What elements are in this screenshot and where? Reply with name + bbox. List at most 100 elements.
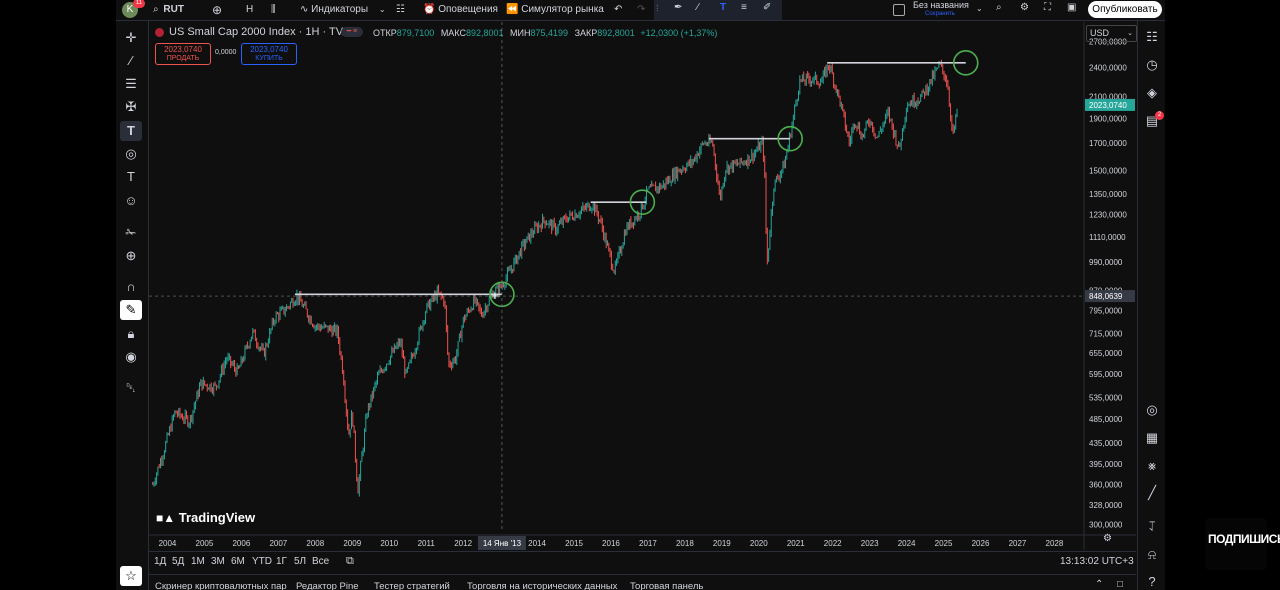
alerts-button[interactable]: ⏰ Оповещения	[423, 3, 498, 17]
horizontal-lines-tool-icon[interactable]: ☰	[120, 74, 142, 94]
range-button[interactable]: 3М	[211, 556, 225, 567]
y-tick-label: 1230,0000	[1089, 210, 1127, 219]
range-button[interactable]: Все	[312, 556, 329, 567]
range-button[interactable]: 1М	[191, 556, 205, 567]
annotation-text-icon[interactable]: T	[120, 167, 142, 187]
indicators-button[interactable]: ∿ Индикаторы ⌄	[300, 3, 386, 17]
symbol-search[interactable]: ⌕ RUT	[153, 3, 184, 17]
y-tick-label: 328,0000	[1089, 501, 1123, 510]
bottom-tab[interactable]: Скринер криптовалютных пар	[155, 581, 287, 590]
chevron-up-icon[interactable]: ⌃	[1095, 579, 1103, 590]
high-label: МАКС	[440, 28, 466, 38]
rewind-icon: ⏪	[506, 4, 519, 15]
fib-lines-icon[interactable]: ≡	[741, 2, 747, 13]
add-symbol-button[interactable]: ⊕	[212, 3, 222, 17]
subscribe-overlay[interactable]: ПОДПИШИСЬ	[1205, 518, 1280, 570]
x-tick-label: 2009	[343, 539, 361, 548]
compare-date-icon[interactable]: ⧉	[346, 555, 354, 568]
bottom-tab[interactable]: Тестер стратегий	[374, 581, 450, 590]
target-icon[interactable]: ◎	[1143, 401, 1161, 419]
currency-selector[interactable]: USD ⌄	[1086, 25, 1137, 42]
zoom-in-icon[interactable]: ⊕	[120, 246, 142, 266]
bottom-tab[interactable]: Редактор Pine	[296, 581, 359, 590]
y-tick-label: 485,0000	[1089, 415, 1123, 424]
layouts-button[interactable]: ☷	[396, 3, 405, 17]
text-tool-icon[interactable]: T	[120, 121, 142, 141]
notification-count: 11	[135, 0, 143, 6]
pattern-tool-icon[interactable]: ✠	[120, 97, 142, 117]
trash-icon[interactable]: ␡	[120, 378, 142, 398]
crosshair-tool-icon[interactable]: ✛	[120, 28, 142, 48]
pencil-curve-icon[interactable]: ✒	[674, 2, 682, 13]
legend-title[interactable]: US Small Cap 2000 Index · 1H · TVC	[169, 26, 351, 38]
redo-button[interactable]: ↷	[637, 3, 645, 17]
candles	[152, 59, 958, 497]
price-chart[interactable]: 2700,00002400,00002100,00001900,00001700…	[149, 22, 1136, 550]
open-value: 879,7100	[396, 28, 435, 38]
x-tick-label: 2018	[676, 539, 694, 548]
range-button[interactable]: 1Г	[276, 556, 287, 567]
trend-line-tool-icon[interactable]: ∕	[120, 51, 142, 71]
chart-type-button[interactable]: ⫼	[271, 3, 276, 17]
network-icon[interactable]: ⨳	[1143, 457, 1161, 475]
layout-name[interactable]: Без названия Сохранить	[913, 1, 969, 19]
ruler-icon[interactable]: ✁	[120, 223, 142, 243]
emoji-icon[interactable]: ☺	[120, 191, 142, 211]
range-button[interactable]: 5Л	[294, 556, 306, 567]
layout-name-label: Без названия	[913, 0, 969, 10]
chevron-down-icon[interactable]: ⌄	[976, 4, 983, 13]
broadcast-icon[interactable]: ⥡	[1143, 518, 1161, 536]
watermark-text: TradingView	[178, 510, 256, 525]
quick-search-icon[interactable]: ⌕	[996, 2, 1002, 13]
sell-button[interactable]: 2023,0740 ПРОДАТЬ	[155, 43, 211, 65]
eye-icon[interactable]: ◉	[120, 347, 142, 367]
magnet-icon[interactable]: ∩	[120, 277, 142, 297]
y-tick-label: 435,0000	[1089, 439, 1123, 448]
range-button[interactable]: 5Д	[172, 556, 184, 567]
undo-button[interactable]: ↶	[614, 3, 622, 17]
x-tick-label: 2019	[713, 539, 731, 548]
watchlist-icon[interactable]: ☷	[1143, 28, 1161, 46]
prediction-tool-icon[interactable]: ◎	[120, 144, 142, 164]
chart-area[interactable]: 2700,0000 2400,0000 2100,0000 1900,0000 1700…	[149, 22, 1137, 550]
clock-icon[interactable]: ◷	[1143, 56, 1161, 74]
replay-button[interactable]: ⏪ Симулятор рынка	[506, 3, 604, 17]
publish-button[interactable]: Опубликовать	[1088, 1, 1162, 18]
indicators-icon: ∿	[300, 4, 309, 15]
layout-checkbox[interactable]	[893, 4, 905, 16]
range-button[interactable]: 6М	[231, 556, 245, 567]
interval-label: H	[246, 4, 254, 15]
brush-icon[interactable]: ✐	[763, 2, 771, 13]
legend-toggle[interactable]: ━ ≡	[341, 27, 363, 37]
range-bar: 1Д 5Д 1М 3М 6М YTD 1Г 5Л Все ⧉ 13:13:02 UTC+3	[149, 551, 1136, 572]
layers-icon[interactable]: ◈	[1143, 84, 1161, 102]
clock-label[interactable]: 13:13:02 UTC+3	[1060, 556, 1134, 567]
x-tick-label: 2011	[418, 539, 436, 548]
bottom-tab[interactable]: Торговая панель	[630, 581, 703, 590]
range-button[interactable]: YTD	[252, 556, 272, 567]
maximize-icon[interactable]: □	[1117, 579, 1123, 590]
chart-up-icon[interactable]: ╱	[1143, 484, 1161, 502]
range-button[interactable]: 1Д	[154, 556, 166, 567]
lock-icon[interactable]: 🔒︎	[120, 324, 142, 344]
interval-button[interactable]: H	[246, 3, 253, 17]
bottom-tab[interactable]: Торговля на исторических данных	[467, 581, 617, 590]
y-tick-label: 300,0000	[1089, 521, 1123, 530]
buy-button[interactable]: 2023,0740 КУПИТЬ	[241, 43, 297, 65]
trend-line-icon[interactable]: ∕	[697, 2, 699, 13]
camera-icon[interactable]: ▣	[1067, 2, 1076, 13]
x-tick-label: 2010	[380, 539, 398, 548]
drag-handle-icon[interactable]: ⁞	[656, 3, 659, 13]
stay-in-drawing-icon[interactable]: ✎	[120, 300, 142, 320]
calendar-icon[interactable]: ▦	[1143, 429, 1161, 447]
settings-gear-icon[interactable]: ⚙	[1020, 2, 1029, 13]
text-tool-icon[interactable]: T	[720, 2, 726, 13]
currency-label: USD	[1090, 28, 1110, 38]
favorites-star-icon[interactable]: ☆	[120, 566, 142, 586]
y-tick-label: 395,0000	[1089, 460, 1123, 469]
help-icon[interactable]: ?	[1143, 573, 1161, 590]
bell-icon[interactable]: ⍾	[1143, 546, 1161, 564]
axis-settings-icon[interactable]: ⚙	[1103, 533, 1112, 544]
x-tick-label: 2012	[454, 539, 472, 548]
fullscreen-icon[interactable]: ⛶	[1044, 2, 1051, 13]
